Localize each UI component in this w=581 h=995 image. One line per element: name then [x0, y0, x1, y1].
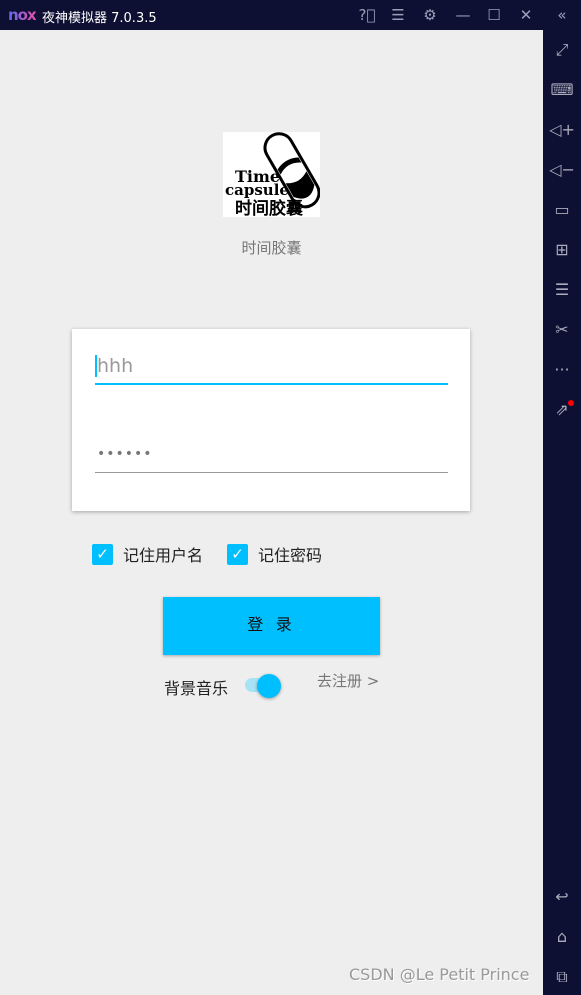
login-card: hhh •••••• [72, 329, 470, 511]
help-icon[interactable]: ?⃝ [357, 5, 377, 25]
login-button[interactable]: 登 录 [163, 597, 380, 655]
checkmark-icon: ✓ [92, 543, 113, 565]
keyboard-icon[interactable]: ⌨ [543, 78, 581, 102]
toggle-thumb [257, 674, 281, 698]
multi-instance-icon[interactable]: ☰ [543, 278, 581, 302]
music-toggle[interactable] [245, 674, 281, 698]
window-title: 夜神模拟器 7.0.3.5 [42, 11, 157, 26]
app-name: 时间胶囊 [241, 239, 302, 257]
remember-username-checkbox[interactable]: ✓ 记住用户名 [92, 543, 203, 565]
checkmark-icon: ✓ [227, 543, 248, 565]
volume-down-icon[interactable]: ◁− [543, 158, 581, 182]
screenshot-scissors-icon[interactable]: ✂ [543, 318, 581, 342]
password-input[interactable]: •••••• [95, 437, 448, 473]
screen-icon[interactable]: ▭ [543, 198, 581, 222]
remember-username-label: 记住用户名 [123, 546, 204, 565]
minimize-icon[interactable]: — [453, 5, 473, 25]
remember-password-label: 记住密码 [258, 546, 323, 565]
more-icon[interactable]: ··· [543, 358, 581, 382]
notification-dot [568, 400, 574, 406]
watermark: CSDN @Le Petit Prince [349, 965, 530, 984]
volume-up-icon[interactable]: ◁+ [543, 118, 581, 142]
emulator-sidebar: ⤢ ⌨ ◁+ ◁− ▭ ⊞ ☰ ✂ ··· ⇗ ↩ ⌂ ⧉ [543, 30, 581, 995]
remember-password-checkbox[interactable]: ✓ 记住密码 [227, 543, 322, 565]
fullscreen-icon[interactable]: ⤢ [543, 38, 581, 62]
svg-text:时间胶囊: 时间胶囊 [235, 198, 303, 217]
back-icon[interactable]: ↩ [543, 885, 581, 909]
app-logo: Time capsule 时间胶囊 [223, 132, 320, 217]
svg-text:capsule: capsule [225, 181, 289, 199]
username-input[interactable]: hhh [95, 349, 448, 385]
title-bar: nox 夜神模拟器 7.0.3.5 ?⃝ ☰ ⚙ — ☐ ✕ « [0, 0, 581, 30]
maximize-icon[interactable]: ☐ [484, 5, 504, 25]
music-label: 背景音乐 [164, 679, 229, 698]
collapse-icon[interactable]: « [552, 5, 572, 25]
home-icon[interactable]: ⌂ [543, 925, 581, 949]
menu-icon[interactable]: ☰ [388, 5, 408, 25]
nox-logo: nox [8, 6, 37, 24]
share-icon[interactable]: ⇗ [543, 398, 581, 422]
apk-install-icon[interactable]: ⊞ [543, 238, 581, 262]
close-icon[interactable]: ✕ [516, 5, 536, 25]
register-link[interactable]: 去注册 > [317, 670, 379, 691]
gear-icon[interactable]: ⚙ [420, 5, 440, 25]
recent-apps-icon[interactable]: ⧉ [543, 965, 581, 989]
